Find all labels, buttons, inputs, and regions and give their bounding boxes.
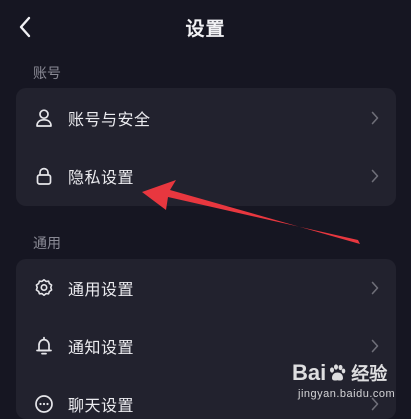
chevron-right-icon <box>370 339 380 353</box>
user-icon <box>34 108 54 128</box>
lock-icon <box>34 166 54 186</box>
page-title: 设置 <box>185 18 226 40</box>
watermark-domain: jingyan.baidu.com <box>298 388 396 400</box>
settings-item-privacy[interactable]: 隐私设置 <box>16 147 396 205</box>
gear-icon <box>34 278 54 298</box>
settings-item-label: 聊天设置 <box>68 396 135 415</box>
nav-bar: 设置 <box>0 0 411 58</box>
settings-item-label: 通知设置 <box>68 338 135 357</box>
watermark-logo: Bai 经验 <box>292 360 387 386</box>
chevron-right-icon <box>370 111 380 125</box>
settings-item-label: 隐私设置 <box>68 168 135 187</box>
settings-item-label: 账号与安全 <box>68 110 151 129</box>
section-header-general: 通用 <box>33 236 61 252</box>
bell-icon <box>34 336 54 356</box>
account-card: 账号与安全 隐私设置 <box>16 88 396 206</box>
settings-item-label: 通用设置 <box>68 280 135 299</box>
settings-item-account-security[interactable]: 账号与安全 <box>16 89 396 147</box>
paw-icon <box>330 364 346 381</box>
watermark-brand-prefix: Bai <box>292 360 327 385</box>
section-header-account: 账号 <box>33 66 61 82</box>
chevron-right-icon <box>370 169 380 183</box>
baidu-jingyan-watermark: Bai 经验 jingyan.baidu.com <box>292 360 408 406</box>
chevron-right-icon <box>370 281 380 295</box>
settings-item-general[interactable]: 通用设置 <box>16 259 396 317</box>
watermark-brand-suffix: 经验 <box>351 364 388 384</box>
chat-icon <box>34 394 54 414</box>
